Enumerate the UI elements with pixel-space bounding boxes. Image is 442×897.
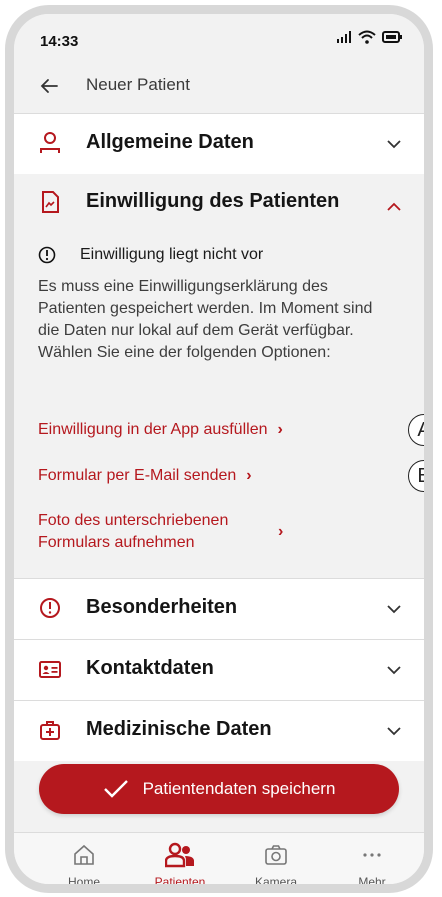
- chevron-down-icon: [387, 605, 401, 614]
- tab-patients[interactable]: Patienten: [140, 841, 220, 889]
- tab-label: Home: [67, 875, 100, 889]
- chevron-down-icon: [387, 666, 401, 675]
- option-fill-in-app[interactable]: Einwilligung in der App ausfüllen ›: [38, 419, 283, 441]
- option-label: Foto des unterschriebenen Formulars aufn…: [38, 512, 229, 551]
- camera-icon: [265, 845, 287, 865]
- screen: 14:33 Neuer Patient Allgemeine Daten Ein…: [14, 14, 424, 884]
- status-bar: 14:33: [14, 14, 424, 58]
- home-icon: [74, 844, 94, 865]
- tab-label: Mehr: [358, 875, 386, 889]
- signal-icon: [337, 31, 351, 43]
- more-icon: [363, 853, 381, 857]
- person-icon: [40, 132, 60, 153]
- option-label: Formular per E-Mail senden: [38, 467, 237, 484]
- app-bar: Neuer Patient: [14, 58, 424, 114]
- save-button-label: Patientendaten speichern: [142, 779, 336, 798]
- alert-circle-icon: [38, 246, 56, 264]
- checkmark-icon: [103, 780, 128, 798]
- chevron-down-icon: [387, 140, 401, 149]
- description-text: Es muss eine Einwilligungserklärung des …: [38, 278, 373, 339]
- consent-description: Es muss eine Einwilligungserklärung des …: [38, 276, 398, 364]
- tab-home[interactable]: Home: [44, 841, 124, 889]
- tab-more[interactable]: Mehr: [332, 841, 412, 889]
- chevron-right-icon: ›: [277, 421, 283, 438]
- section-special[interactable]: Besonderheiten: [14, 579, 424, 639]
- warning-text: Einwilligung liegt nicht vor: [80, 246, 264, 263]
- status-icons: [336, 30, 402, 44]
- consent-warning: Einwilligung liegt nicht vor: [38, 246, 263, 264]
- document-icon: [42, 191, 59, 213]
- tab-label: Patienten: [154, 875, 206, 889]
- alert-circle-icon: [40, 598, 60, 618]
- section-consent: Einwilligung des Patienten Einwilligung …: [14, 174, 424, 578]
- battery-icon: [382, 31, 402, 43]
- chevron-right-icon: ›: [278, 523, 284, 540]
- medical-kit-icon: [40, 721, 60, 740]
- section-general[interactable]: Allgemeine Daten: [14, 114, 424, 174]
- page-title: Neuer Patient: [86, 75, 190, 94]
- bottom-tab-bar: Home Patienten Kamera Mehr: [14, 832, 424, 884]
- option-label: Einwilligung in der App ausfüllen: [38, 421, 268, 438]
- wifi-icon: [358, 30, 376, 44]
- section-title: Kontaktdaten: [86, 657, 214, 679]
- option-photo-form[interactable]: Foto des unterschriebenen Formulars aufn…: [38, 510, 283, 554]
- annotation-badge-b: B: [408, 460, 424, 492]
- tab-label: Kamera: [254, 875, 298, 889]
- status-time: 14:33: [40, 33, 79, 50]
- chevron-up-icon[interactable]: [386, 199, 402, 215]
- chevron-down-icon: [387, 727, 401, 736]
- chevron-right-icon: ›: [246, 467, 252, 484]
- instruction-text: Wählen Sie eine der folgenden Optionen:: [38, 344, 331, 361]
- section-title: Medizinische Daten: [86, 718, 272, 740]
- patients-icon: [165, 842, 194, 868]
- option-send-email[interactable]: Formular per E-Mail senden ›: [38, 465, 252, 487]
- section-title: Allgemeine Daten: [86, 131, 254, 153]
- phone-frame: 14:33 Neuer Patient Allgemeine Daten Ein…: [5, 5, 433, 893]
- section-title: Besonderheiten: [86, 596, 238, 618]
- annotation-badge-a: A: [408, 414, 424, 446]
- id-card-icon: [39, 661, 61, 678]
- back-arrow-icon[interactable]: [39, 76, 59, 96]
- section-medical[interactable]: Medizinische Daten: [14, 701, 424, 761]
- tab-camera[interactable]: Kamera: [236, 841, 316, 889]
- section-contact[interactable]: Kontaktdaten: [14, 640, 424, 700]
- section-title[interactable]: Einwilligung des Patienten: [86, 190, 339, 213]
- save-patient-button[interactable]: Patientendaten speichern: [39, 764, 399, 814]
